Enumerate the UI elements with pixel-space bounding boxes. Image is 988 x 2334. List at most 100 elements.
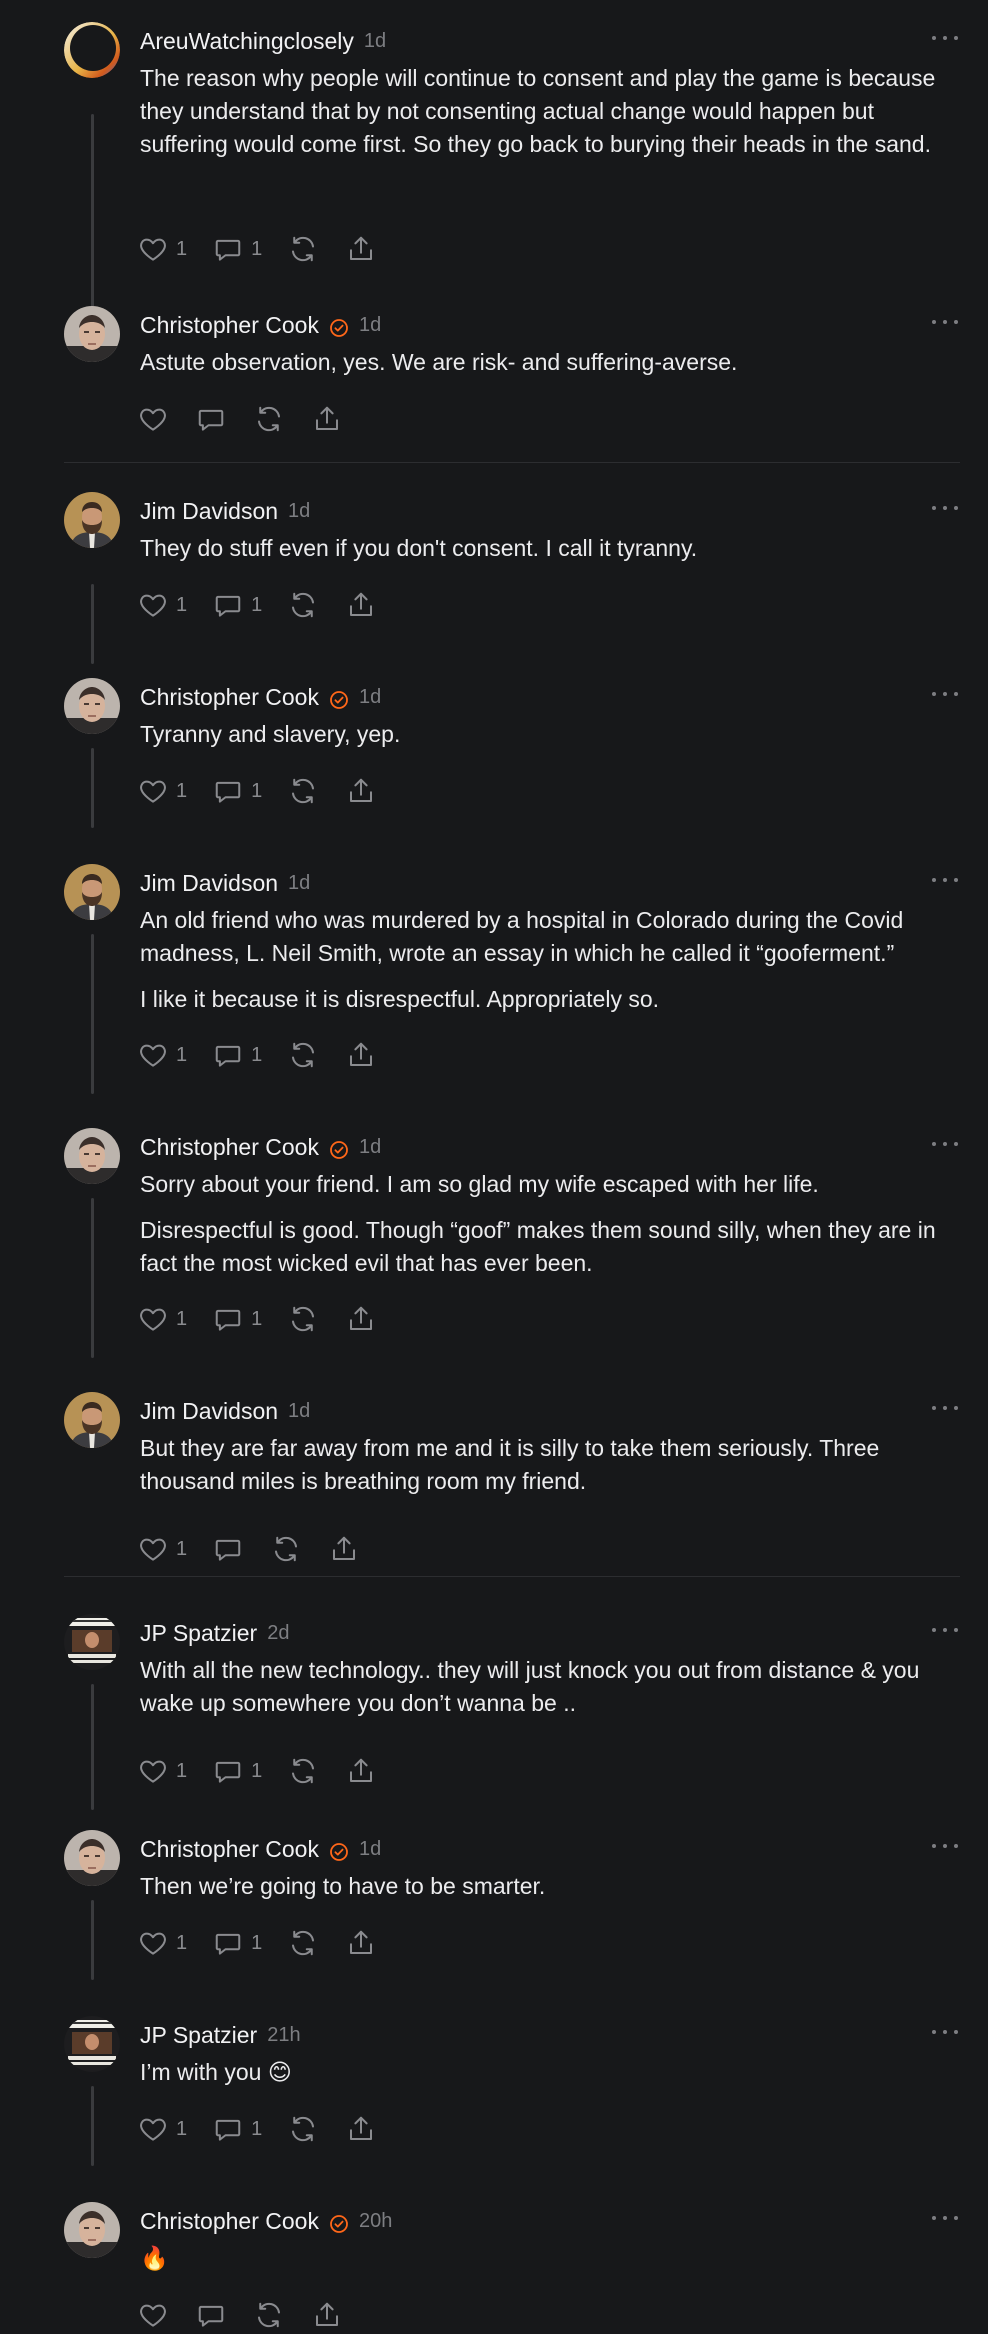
reply-count: 1 <box>251 779 263 802</box>
avatar[interactable] <box>64 22 120 78</box>
share-button[interactable] <box>346 590 376 620</box>
restack-button[interactable] <box>288 590 318 620</box>
more-icon[interactable] <box>932 1400 958 1416</box>
restack-button[interactable] <box>288 1304 318 1334</box>
more-icon[interactable] <box>932 500 958 516</box>
more-icon[interactable] <box>932 30 958 46</box>
more-icon[interactable] <box>932 2024 958 2040</box>
author-name[interactable]: Christopher Cook <box>140 310 319 340</box>
share-button[interactable] <box>346 1040 376 1070</box>
author-name[interactable]: Christopher Cook <box>140 2206 319 2236</box>
timestamp[interactable]: 1d <box>359 310 381 340</box>
timestamp[interactable]: 20h <box>359 2206 392 2236</box>
timestamp[interactable]: 1d <box>288 1396 310 1426</box>
like-button[interactable]: 1 <box>138 1756 187 1786</box>
like-count: 1 <box>176 2117 188 2140</box>
like-button[interactable] <box>138 404 168 434</box>
share-button[interactable] <box>312 2300 342 2330</box>
thread-line <box>91 114 94 314</box>
author-name[interactable]: Jim Davidson <box>140 868 278 898</box>
author-name[interactable]: Christopher Cook <box>140 1132 319 1162</box>
comment-paragraph: But they are far away from me and it is … <box>140 1435 880 1494</box>
share-button[interactable] <box>346 1304 376 1334</box>
share-button[interactable] <box>329 1534 359 1564</box>
reply-button[interactable]: 1 <box>213 1756 262 1786</box>
restack-button[interactable] <box>288 1928 318 1958</box>
avatar[interactable] <box>64 306 120 362</box>
share-button[interactable] <box>312 404 342 434</box>
author-name[interactable]: AreuWatchingclosely <box>140 26 354 56</box>
share-icon <box>346 1928 376 1958</box>
avatar[interactable] <box>64 678 120 734</box>
reply-count: 1 <box>251 1043 263 1066</box>
restack-button[interactable] <box>254 2300 284 2330</box>
author-name[interactable]: Christopher Cook <box>140 1834 319 1864</box>
restack-button[interactable] <box>288 1756 318 1786</box>
like-button[interactable]: 1 <box>138 1304 187 1334</box>
reply-button[interactable]: 1 <box>213 1928 262 1958</box>
avatar[interactable] <box>64 1614 120 1670</box>
author-name[interactable]: JP Spatzier <box>140 1618 257 1648</box>
like-button[interactable]: 1 <box>138 776 187 806</box>
avatar[interactable] <box>64 492 120 548</box>
more-icon[interactable] <box>932 1136 958 1152</box>
more-icon[interactable] <box>932 1838 958 1854</box>
comment-paragraph: They do stuff even if you don't consent.… <box>140 535 698 561</box>
reply-button[interactable] <box>213 1534 243 1564</box>
restack-button[interactable] <box>254 404 284 434</box>
more-icon[interactable] <box>932 686 958 702</box>
like-count: 1 <box>176 593 188 616</box>
like-button[interactable]: 1 <box>138 2114 187 2144</box>
comment-header: Christopher Cook 1d <box>140 310 381 340</box>
share-button[interactable] <box>346 2114 376 2144</box>
like-button[interactable]: 1 <box>138 590 187 620</box>
like-count: 1 <box>176 1931 188 1954</box>
reply-button[interactable]: 1 <box>213 590 262 620</box>
avatar[interactable] <box>64 1392 120 1448</box>
like-button[interactable] <box>138 2300 168 2330</box>
comment-header: Jim Davidson 1d <box>140 496 310 526</box>
reply-button[interactable]: 1 <box>213 776 262 806</box>
avatar[interactable] <box>64 1128 120 1184</box>
timestamp[interactable]: 1d <box>359 1834 381 1864</box>
timestamp[interactable]: 21h <box>267 2020 300 2050</box>
author-name[interactable]: JP Spatzier <box>140 2020 257 2050</box>
share-button[interactable] <box>346 1756 376 1786</box>
reply-button[interactable]: 1 <box>213 2114 262 2144</box>
avatar[interactable] <box>64 2202 120 2258</box>
share-button[interactable] <box>346 776 376 806</box>
more-icon[interactable] <box>932 2210 958 2226</box>
more-icon[interactable] <box>932 872 958 888</box>
reply-button[interactable]: 1 <box>213 234 262 264</box>
restack-button[interactable] <box>271 1534 301 1564</box>
avatar[interactable] <box>64 864 120 920</box>
more-icon[interactable] <box>932 314 958 330</box>
reply-button[interactable] <box>196 404 226 434</box>
comment-header: AreuWatchingclosely 1d <box>140 26 386 56</box>
like-button[interactable]: 1 <box>138 1928 187 1958</box>
share-button[interactable] <box>346 1928 376 1958</box>
avatar[interactable] <box>64 1830 120 1886</box>
like-button[interactable]: 1 <box>138 1534 187 1564</box>
author-name[interactable]: Jim Davidson <box>140 496 278 526</box>
timestamp[interactable]: 1d <box>288 868 310 898</box>
timestamp[interactable]: 2d <box>267 1618 289 1648</box>
like-button[interactable]: 1 <box>138 1040 187 1070</box>
share-button[interactable] <box>346 234 376 264</box>
restack-button[interactable] <box>288 1040 318 1070</box>
timestamp[interactable]: 1d <box>359 1132 381 1162</box>
author-name[interactable]: Christopher Cook <box>140 682 319 712</box>
timestamp[interactable]: 1d <box>359 682 381 712</box>
like-button[interactable]: 1 <box>138 234 187 264</box>
restack-button[interactable] <box>288 234 318 264</box>
reply-button[interactable] <box>196 2300 226 2330</box>
author-name[interactable]: Jim Davidson <box>140 1396 278 1426</box>
avatar[interactable] <box>64 2016 120 2072</box>
reply-button[interactable]: 1 <box>213 1304 262 1334</box>
timestamp[interactable]: 1d <box>364 26 386 56</box>
restack-button[interactable] <box>288 776 318 806</box>
reply-button[interactable]: 1 <box>213 1040 262 1070</box>
more-icon[interactable] <box>932 1622 958 1638</box>
timestamp[interactable]: 1d <box>288 496 310 526</box>
restack-button[interactable] <box>288 2114 318 2144</box>
